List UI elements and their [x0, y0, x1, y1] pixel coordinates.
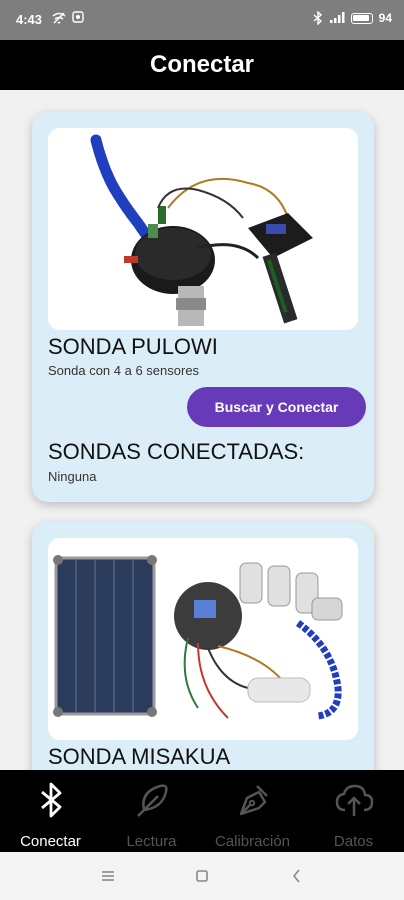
notification-icon [72, 11, 84, 23]
status-time: 4:43 [16, 12, 43, 27]
probe-title: SONDA MISAKUA [48, 744, 231, 769]
content-list[interactable]: SONDA PULOWI Sonda con 4 a 6 sensores Bu… [0, 90, 404, 770]
probe-subtitle: Sonda con 4 a 6 sensores [48, 363, 200, 378]
status-bar: 4:43 94 [0, 0, 404, 40]
probe-title: SONDA PULOWI [48, 334, 218, 359]
home-icon[interactable] [192, 866, 212, 886]
cloud-upload-icon [335, 784, 373, 816]
nav-label: Calibración [214, 833, 291, 850]
connected-probes-heading: SONDAS CONECTADAS: [48, 439, 305, 464]
page-title: Conectar [149, 51, 255, 78]
probe-image-misakua [48, 538, 358, 740]
app-bar: Conectar [0, 40, 404, 90]
nav-label: Lectura [126, 833, 177, 850]
probe-card-pulowi: SONDA PULOWI Sonda con 4 a 6 sensores Bu… [32, 112, 374, 502]
pen-nib-icon [239, 785, 268, 816]
nav-label: Datos [333, 833, 374, 850]
nav-item-datos[interactable]: Datos [303, 770, 404, 852]
nav-label: Conectar [20, 833, 81, 850]
nav-item-conectar[interactable]: Conectar [0, 770, 101, 852]
search-connect-button[interactable]: Buscar y Conectar [187, 387, 366, 427]
probe-image-pulowi [48, 128, 358, 330]
nav-item-calibracion[interactable]: Calibración [202, 770, 303, 852]
bluetooth-status-icon [313, 11, 322, 25]
wifi-off-icon [52, 12, 66, 25]
bottom-navigation: Conectar Lectura Calibración Datos [0, 770, 404, 852]
connected-probes-value: Ninguna [48, 469, 97, 484]
signal-icon [329, 12, 345, 23]
system-navigation-bar [0, 852, 404, 900]
menu-icon[interactable] [98, 866, 118, 886]
feather-icon [136, 784, 168, 817]
battery-icon [350, 12, 373, 24]
probe-card-misakua: SONDA MISAKUA [32, 522, 374, 770]
nav-item-lectura[interactable]: Lectura [101, 770, 202, 852]
bluetooth-icon [40, 782, 61, 818]
battery-level: 94 [378, 11, 392, 25]
back-icon[interactable] [287, 866, 307, 886]
